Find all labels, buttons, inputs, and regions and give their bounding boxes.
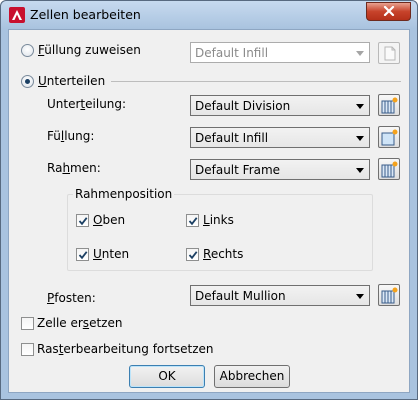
- close-button[interactable]: [366, 2, 411, 21]
- replace-cell-checkbox[interactable]: [21, 317, 34, 330]
- chevron-down-icon: [356, 104, 364, 109]
- frame-style-button[interactable]: [378, 158, 400, 180]
- fill-browse-button[interactable]: [378, 42, 400, 64]
- bottom-label[interactable]: Unten: [93, 247, 129, 261]
- bottom-checkbox[interactable]: [76, 248, 89, 261]
- chevron-down-icon: [356, 294, 364, 299]
- fill-assign-radio[interactable]: [21, 44, 34, 57]
- section-separator: [111, 81, 401, 82]
- mullion-label: Pfosten:: [47, 291, 96, 305]
- left-label[interactable]: Links: [203, 213, 234, 227]
- mullion-style-icon: [381, 287, 398, 307]
- infill-select[interactable]: Default Infill: [190, 127, 370, 148]
- frame-position-title: Rahmenposition: [73, 187, 175, 201]
- mullion-style-button[interactable]: [378, 284, 400, 306]
- subdivide-label[interactable]: Unterteilen: [38, 74, 105, 88]
- division-style-button[interactable]: [378, 94, 400, 116]
- chevron-down-icon: [356, 51, 364, 56]
- infill-label: Füllung:: [47, 129, 95, 143]
- cancel-button[interactable]: Abbrechen: [214, 365, 290, 388]
- chevron-down-icon: [356, 136, 364, 141]
- dialog-body: Füllung zuweisen Default Infill Untertei…: [8, 29, 410, 393]
- document-icon: [384, 46, 396, 64]
- subdivide-radio[interactable]: [21, 75, 34, 88]
- right-checkbox[interactable]: [186, 248, 199, 261]
- continue-grid-label[interactable]: Rasterbearbeitung fortsetzen: [37, 342, 214, 356]
- left-checkbox[interactable]: [186, 214, 199, 227]
- checkmark-icon: [78, 249, 88, 263]
- division-select[interactable]: Default Division: [190, 95, 370, 116]
- checkmark-icon: [188, 249, 198, 263]
- frame-label: Rahmen:: [47, 161, 101, 175]
- top-label[interactable]: Oben: [93, 213, 125, 227]
- infill-style-button[interactable]: [378, 126, 400, 148]
- top-checkbox[interactable]: [76, 214, 89, 227]
- mullion-select[interactable]: Default Mullion: [190, 285, 370, 306]
- checkmark-icon: [78, 215, 88, 229]
- title-bar[interactable]: Zellen bearbeiten: [1, 1, 417, 29]
- infill-style-icon: [381, 129, 398, 149]
- fill-assign-select[interactable]: Default Infill: [190, 42, 370, 63]
- replace-cell-label[interactable]: Zelle ersetzen: [37, 316, 122, 330]
- window-title: Zellen bearbeiten: [30, 7, 141, 22]
- chevron-down-icon: [356, 168, 364, 173]
- division-label: Unterteilung:: [47, 97, 127, 111]
- close-icon: [383, 5, 395, 19]
- division-style-icon: [381, 97, 398, 117]
- frame-select[interactable]: Default Frame: [190, 159, 370, 180]
- autocad-app-icon: [9, 7, 25, 23]
- dialog-window: Zellen bearbeiten Füllung zuweisen Defau…: [0, 0, 418, 400]
- checkmark-icon: [188, 215, 198, 229]
- continue-grid-checkbox[interactable]: [21, 343, 34, 356]
- frame-style-icon: [381, 161, 398, 181]
- right-label[interactable]: Rechts: [203, 247, 243, 261]
- ok-button[interactable]: OK: [129, 365, 205, 388]
- fill-assign-label[interactable]: Füllung zuweisen: [38, 43, 141, 57]
